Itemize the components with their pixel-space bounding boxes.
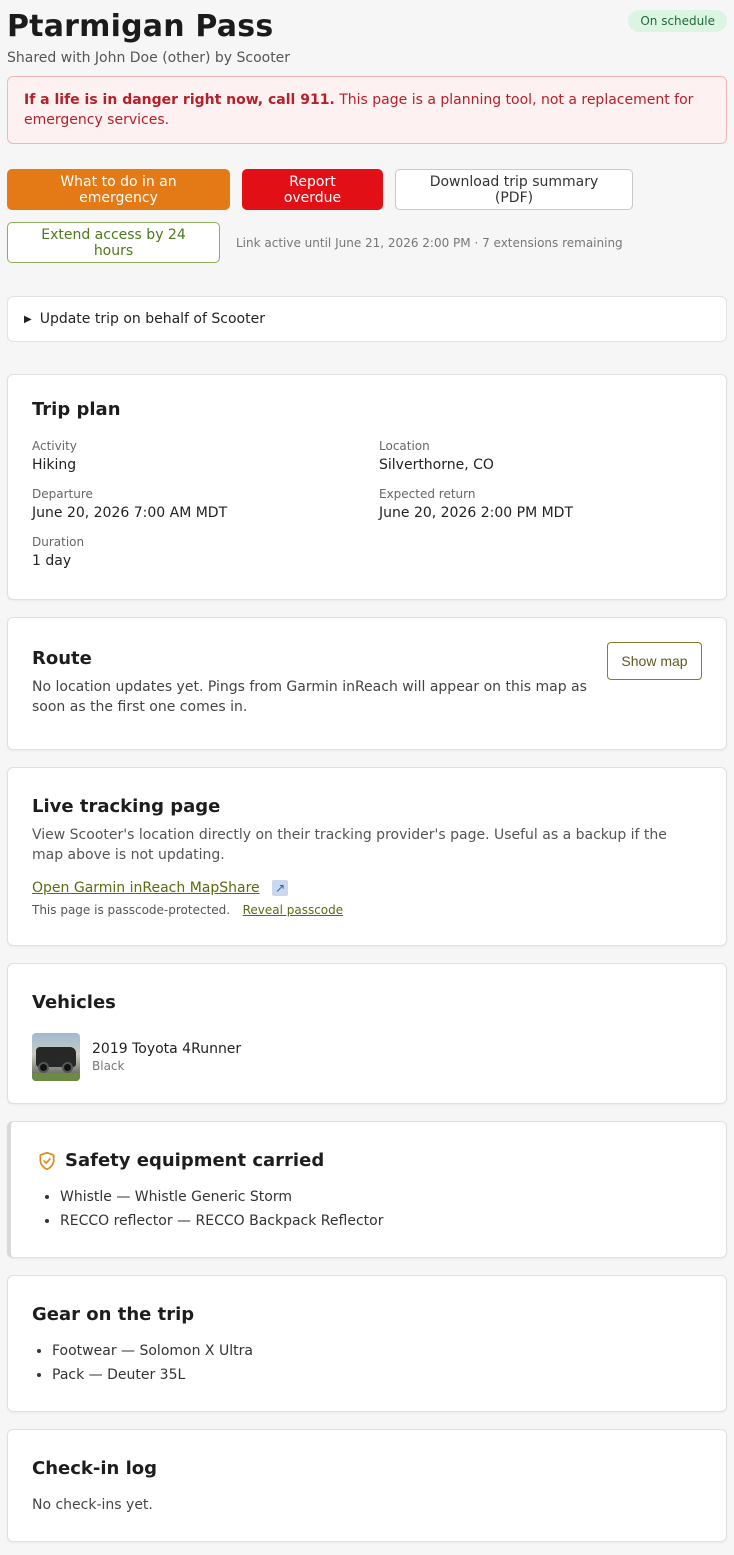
emergency-alert: If a life is in danger right now, call 9… [7, 76, 727, 144]
safety-heading-row: Safety equipment carried [37, 1150, 702, 1171]
field-value: 1 day [32, 553, 72, 569]
vehicles-heading: Vehicles [32, 992, 116, 1013]
trip-plan-card: Trip plan Activity Hiking Location Silve… [7, 374, 727, 600]
checkin-empty-text: No check-ins yet. [32, 1497, 153, 1513]
field-label: Activity [32, 439, 77, 453]
field-expected-return: Expected return June 20, 2026 2:00 PM MD… [379, 486, 702, 523]
checkin-log-card: Check-in log No check-ins yet. [7, 1429, 727, 1542]
list-item: Footwear — Solomon X Ultra [52, 1339, 702, 1363]
field-label: Duration [32, 535, 85, 549]
gear-card: Gear on the trip Footwear — Solomon X Ul… [7, 1275, 727, 1412]
report-overdue-button[interactable]: Report overdue [242, 169, 383, 210]
list-item: RECCO reflector — RECCO Backpack Reflect… [60, 1209, 702, 1233]
vehicles-card: Vehicles 2019 Toyota 4Runner Black [7, 963, 727, 1104]
passcode-row: This page is passcode-protected. Reveal … [32, 902, 702, 918]
live-tracking-description: View Scooter's location directly on thei… [32, 827, 667, 863]
route-card: Route No location updates yet. Pings fro… [7, 617, 727, 750]
emergency-instructions-button[interactable]: What to do in an emergency [7, 169, 230, 210]
update-trip-disclosure[interactable]: ▶ Update trip on behalf of Scooter [7, 296, 727, 342]
live-tracking-card: Live tracking page View Scooter's locati… [7, 767, 727, 946]
safety-equipment-card: Safety equipment carried Whistle — Whist… [7, 1121, 727, 1258]
list-item: Whistle — Whistle Generic Storm [60, 1185, 702, 1209]
field-label: Expected return [379, 487, 476, 501]
field-location: Location Silverthorne, CO [379, 438, 702, 475]
vehicle-name: 2019 Toyota 4Runner [92, 1041, 242, 1057]
reveal-passcode-link[interactable]: Reveal passcode [243, 903, 344, 917]
field-duration: Duration 1 day [32, 534, 379, 571]
field-value: June 20, 2026 2:00 PM MDT [379, 505, 574, 521]
passcode-note: This page is passcode-protected. [32, 903, 231, 917]
field-value: Silverthorne, CO [379, 457, 494, 473]
page-title: Ptarmigan Pass [7, 9, 274, 44]
show-map-button[interactable]: Show map [607, 642, 702, 680]
download-summary-button[interactable]: Download trip summary (PDF) [395, 169, 633, 210]
access-row: Extend access by 24 hours Link active un… [7, 222, 727, 263]
status-badge: On schedule [628, 10, 727, 32]
trip-plan-heading: Trip plan [32, 399, 121, 420]
checkin-heading: Check-in log [32, 1458, 158, 1479]
route-status-text: No location updates yet. Pings from Garm… [32, 679, 587, 715]
live-tracking-heading: Live tracking page [32, 796, 221, 817]
alert-bold-text: If a life is in danger right now, call 9… [24, 92, 335, 108]
vehicle-photo [32, 1033, 80, 1081]
trip-plan-fields: Activity Hiking Location Silverthorne, C… [32, 438, 702, 582]
field-departure: Departure June 20, 2026 7:00 AM MDT [32, 486, 379, 523]
route-heading: Route [32, 648, 92, 669]
safety-heading: Safety equipment carried [65, 1150, 325, 1171]
field-label: Departure [32, 487, 93, 501]
vehicle-info: 2019 Toyota 4Runner Black [92, 1041, 241, 1073]
mapshare-link[interactable]: Open Garmin inReach MapShare [32, 880, 260, 896]
safety-list: Whistle — Whistle Generic Storm RECCO re… [37, 1185, 702, 1233]
mapshare-link-row: Open Garmin inReach MapShare ↗ [32, 880, 702, 896]
page: Ptarmigan Pass On schedule Shared with J… [0, 0, 734, 1542]
action-buttons: What to do in an emergency Report overdu… [7, 169, 727, 210]
disclosure-triangle-icon: ▶ [24, 313, 32, 325]
field-value: Hiking [32, 457, 77, 473]
vehicle-item: 2019 Toyota 4Runner Black [32, 1033, 702, 1081]
field-value: June 20, 2026 7:00 AM MDT [32, 505, 228, 521]
field-label: Location [379, 439, 430, 453]
field-activity: Activity Hiking [32, 438, 379, 475]
link-status-text: Link active until June 21, 2026 2:00 PM … [236, 235, 623, 250]
shield-check-icon [39, 1151, 55, 1171]
extend-access-button[interactable]: Extend access by 24 hours [7, 222, 220, 263]
external-link-icon: ↗ [272, 880, 289, 896]
share-subtitle: Shared with John Doe (other) by Scooter [7, 50, 291, 66]
vehicle-color: Black [92, 1059, 125, 1073]
gear-heading: Gear on the trip [32, 1304, 195, 1325]
gear-list: Footwear — Solomon X Ultra Pack — Deuter… [32, 1339, 702, 1387]
update-trip-label: Update trip on behalf of Scooter [39, 311, 265, 327]
list-item: Pack — Deuter 35L [52, 1363, 702, 1387]
